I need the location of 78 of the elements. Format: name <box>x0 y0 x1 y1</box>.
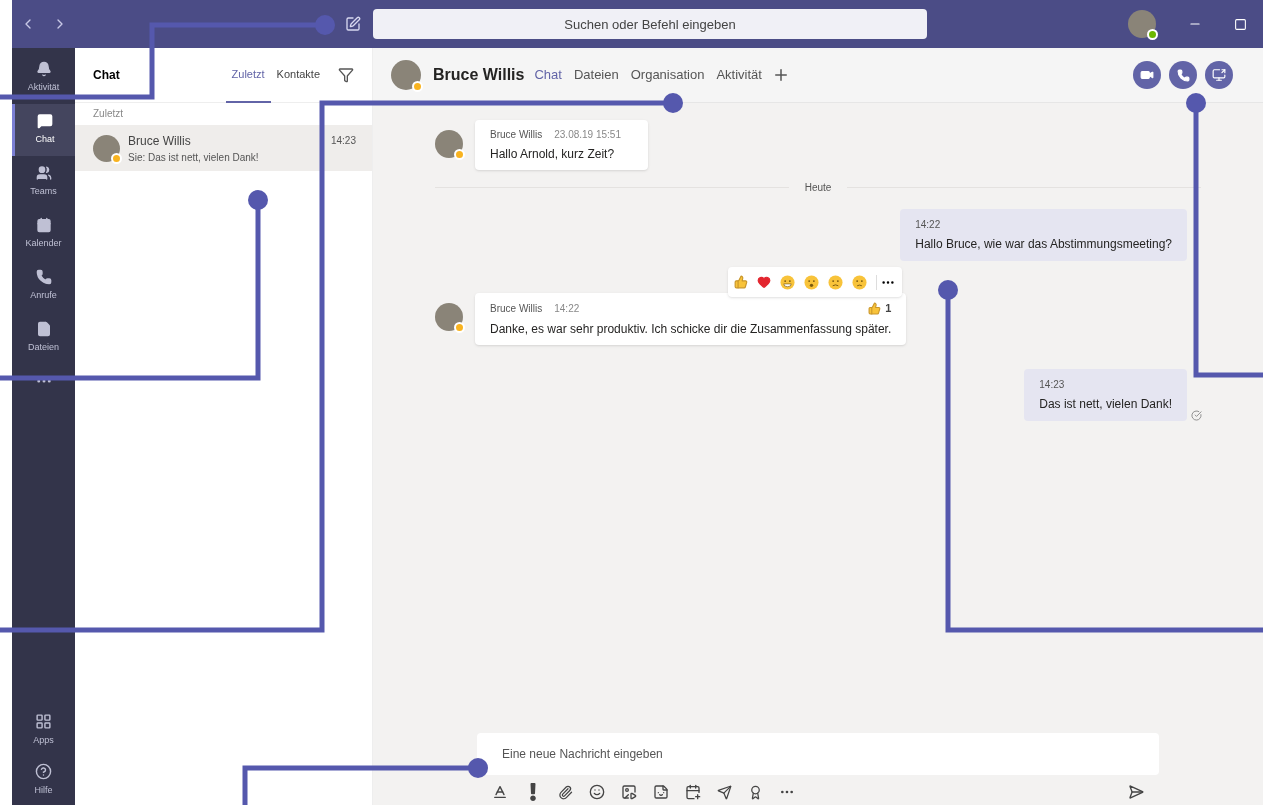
emoji-icon[interactable] <box>828 274 844 290</box>
list-tab[interactable]: Kontakte <box>270 47 326 103</box>
rail-item[interactable]: Dateien <box>12 312 75 364</box>
screen-share-icon <box>1212 68 1226 82</box>
message-text: Hallo Arnold, kurz Zeit? <box>490 146 616 163</box>
status-icon <box>111 152 122 164</box>
status-icon <box>454 322 465 333</box>
emoji-icon[interactable] <box>589 784 605 800</box>
rail-icon <box>35 712 52 730</box>
like-icon <box>868 301 882 315</box>
avatar <box>391 60 421 90</box>
more-icon[interactable] <box>876 274 897 290</box>
message-time: 14:22 <box>915 218 942 232</box>
maximize-icon[interactable] <box>1234 17 1247 31</box>
send-icon[interactable] <box>1128 784 1144 800</box>
rail-icon <box>35 217 52 234</box>
emoji-icon[interactable] <box>852 274 868 290</box>
contact-name: Bruce Willis <box>128 132 192 150</box>
status-icon <box>412 81 423 92</box>
gif-icon[interactable] <box>621 784 637 800</box>
avatar <box>1128 10 1156 38</box>
date-divider: Heute <box>804 181 832 195</box>
reaction-count: 1 <box>868 300 892 317</box>
avatar <box>435 130 463 158</box>
message-text: Hallo Bruce, wie war das Abstimmungsmeeting? <box>915 236 1172 253</box>
rail-item[interactable]: Kalender <box>12 208 75 260</box>
message-time: 23.08.19 15:51 <box>554 128 621 142</box>
status-icon <box>454 149 465 160</box>
phone-icon <box>1176 68 1190 82</box>
panel-title: Chat <box>93 67 120 84</box>
message-time: 14:23 <box>330 134 356 148</box>
format-icon[interactable] <box>492 784 508 800</box>
like-icon[interactable] <box>734 275 749 289</box>
message-text: Das ist nett, vielen Dank! <box>1039 395 1172 413</box>
message-text: Danke, es war sehr produktiv. Ich schicke dir die Zusammenfassung später. <box>490 320 892 338</box>
message-time: 14:22 <box>554 301 580 316</box>
rail-icon <box>35 269 52 286</box>
heart-icon[interactable] <box>757 275 772 289</box>
rail-icon <box>35 321 52 338</box>
share-screen-button[interactable] <box>1205 61 1233 89</box>
rail-icon <box>37 113 53 130</box>
rail-item[interactable]: Aktivität <box>12 52 75 104</box>
sticker-icon[interactable] <box>653 784 669 800</box>
emoji-icon[interactable] <box>804 274 820 290</box>
avatar <box>435 303 463 331</box>
new-chat-icon[interactable] <box>345 16 361 32</box>
search-field[interactable]: Suchen oder Befehl eingeben <box>373 9 927 39</box>
rail-item[interactable]: Chat <box>12 104 75 156</box>
list-tab[interactable]: Zuletzt <box>225 47 271 103</box>
filter-icon[interactable] <box>338 67 354 83</box>
message-preview: Sie: Das ist nett, vielen Dank! <box>128 150 260 165</box>
rail-icon <box>35 165 52 182</box>
message-input[interactable]: Eine neue Nachricht eingeben <box>477 733 1159 775</box>
praise-icon[interactable] <box>748 784 763 800</box>
section-header: Zuletzt <box>92 107 123 121</box>
audio-call-button[interactable] <box>1169 61 1197 89</box>
status-icon <box>1147 29 1158 40</box>
conversation-tab[interactable]: Chat <box>532 65 564 85</box>
message-time: 14:23 <box>1039 377 1066 392</box>
avatar <box>93 134 120 162</box>
video-call-button[interactable] <box>1133 61 1161 89</box>
video-icon <box>1140 68 1154 82</box>
rail-icon <box>35 762 52 780</box>
rail-item[interactable]: Anrufe <box>12 260 75 312</box>
chat-list-item[interactable]: Bruce Willis Sie: Das ist nett, vielen Dank! 14:23 <box>75 125 372 171</box>
rail-icon <box>35 61 52 78</box>
message-author: Bruce Willis <box>490 128 543 142</box>
attach-icon[interactable] <box>558 784 573 800</box>
rail-item[interactable]: Hilfe <box>12 755 75 805</box>
conversation-tab[interactable]: Dateien <box>571 65 621 85</box>
send-icon[interactable] <box>717 784 732 800</box>
schedule-icon[interactable] <box>685 784 701 800</box>
message-author: Bruce Willis <box>490 301 543 316</box>
rail-item[interactable]: Apps <box>12 705 75 755</box>
conversation-tab[interactable]: Organisation <box>628 65 707 85</box>
conversation-tab[interactable]: Aktivität <box>714 65 764 85</box>
rail-item[interactable]: Teams <box>12 156 75 208</box>
conversation-title: Bruce Willis <box>433 65 525 85</box>
